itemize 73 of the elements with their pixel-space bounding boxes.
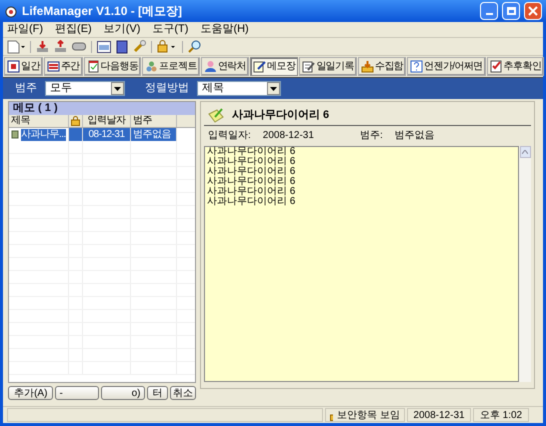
table-cell: 08-12-31 <box>88 128 125 140</box>
question-icon <box>410 60 424 73</box>
checkmark-icon <box>490 60 503 73</box>
menu-item[interactable]: 파일(F) <box>7 21 44 38</box>
inbox-icon <box>360 60 374 73</box>
button[interactable]: o) <box>101 386 145 400</box>
tab[interactable]: 언젠가/어쩌면 <box>407 57 486 76</box>
scrollbar[interactable] <box>519 146 531 382</box>
download-icon[interactable] <box>36 40 49 53</box>
table-cell: 범주없음 <box>133 128 171 140</box>
notepad-icon <box>302 60 316 73</box>
calendar-icon[interactable] <box>97 40 111 52</box>
note-icon <box>11 130 19 139</box>
memo-title: 사과나무다이어리 6 <box>232 108 330 124</box>
minimize-button[interactable] <box>480 2 498 20</box>
tab[interactable]: 메모장 <box>250 57 298 76</box>
date-value: 2008-12-31 <box>262 128 314 142</box>
tab[interactable]: 프로젝트 <box>142 57 200 76</box>
menu-item[interactable]: 보기(V) <box>104 21 140 38</box>
tab[interactable]: 일일기록 <box>299 57 357 76</box>
person-icon <box>204 60 217 73</box>
close-icon <box>528 6 538 16</box>
list-row[interactable]: 사과나무... 08-12-31 범주없음 <box>9 128 195 141</box>
tab[interactable]: 다음행동 <box>84 57 142 76</box>
menu-item[interactable]: 도움말(H) <box>200 21 249 38</box>
people-icon <box>145 60 158 73</box>
window-title: LifeManager V1.10 - [메모장] <box>22 3 184 20</box>
new-document-icon[interactable] <box>7 40 25 54</box>
status-text: 보안항목 보임 <box>337 408 400 422</box>
menu-item[interactable]: 편집(E) <box>55 21 92 38</box>
column-header[interactable]: 범주 <box>131 115 177 127</box>
column-header[interactable]: 제목 <box>9 115 69 127</box>
sort-dropdown[interactable]: 제목 <box>197 81 281 96</box>
search-icon[interactable] <box>188 40 201 53</box>
tab[interactable]: 일간 <box>4 57 43 76</box>
table-cell: 사과나무... <box>21 128 66 140</box>
lock-icon[interactable] <box>157 40 177 53</box>
book-icon[interactable] <box>116 40 128 54</box>
wrench-icon[interactable] <box>133 40 146 53</box>
app-icon <box>4 4 18 18</box>
button[interactable]: 추가(A) <box>8 386 54 400</box>
tab[interactable]: 연락처 <box>200 57 250 76</box>
tab[interactable]: 수집함 <box>358 57 406 76</box>
tab[interactable]: 주간 <box>44 57 83 76</box>
memo-text-area[interactable]: 사과나무다이어리 6 사과나무다이어리 6 사과나무다이어리 6 사과나무다이어리 6 사과나무다이어리 6 사과나무다이어리 6 <box>204 146 519 382</box>
note-icon <box>253 60 266 73</box>
button[interactable]: 터 <box>146 386 168 400</box>
status-date: 2008-12-31 <box>413 408 465 422</box>
calendar-icon <box>7 60 20 73</box>
maximize-button[interactable] <box>502 2 520 20</box>
status-time: 오후 1:02 <box>480 408 522 422</box>
category-label: 범주: <box>360 128 383 142</box>
drive-icon[interactable] <box>72 42 86 51</box>
list-header: 메모 ( 1 ) <box>13 101 58 116</box>
close-button[interactable] <box>524 2 542 20</box>
menu-item[interactable]: 도구(T) <box>152 21 188 38</box>
category-value: 범주없음 <box>394 128 435 142</box>
column-header[interactable]: 입력날자 <box>83 115 131 127</box>
tab[interactable]: 추후확인 <box>486 57 544 76</box>
checklist-icon <box>86 60 100 73</box>
dropdown-arrow-icon <box>114 86 121 90</box>
sort-label: 정렬방법 <box>145 81 189 96</box>
date-label: 입력일자: <box>208 128 251 142</box>
dropdown-arrow-icon <box>270 86 277 90</box>
note-pencil-icon <box>208 108 224 123</box>
category-label: 범주 <box>15 81 37 96</box>
upload-icon[interactable] <box>54 40 67 53</box>
button[interactable]: 취소 <box>170 386 196 400</box>
calendar-icon <box>46 60 60 73</box>
scroll-up-icon[interactable] <box>522 150 528 154</box>
button[interactable]: - <box>55 386 99 400</box>
lock-icon <box>71 116 80 126</box>
category-dropdown[interactable]: 모두 <box>45 81 125 96</box>
